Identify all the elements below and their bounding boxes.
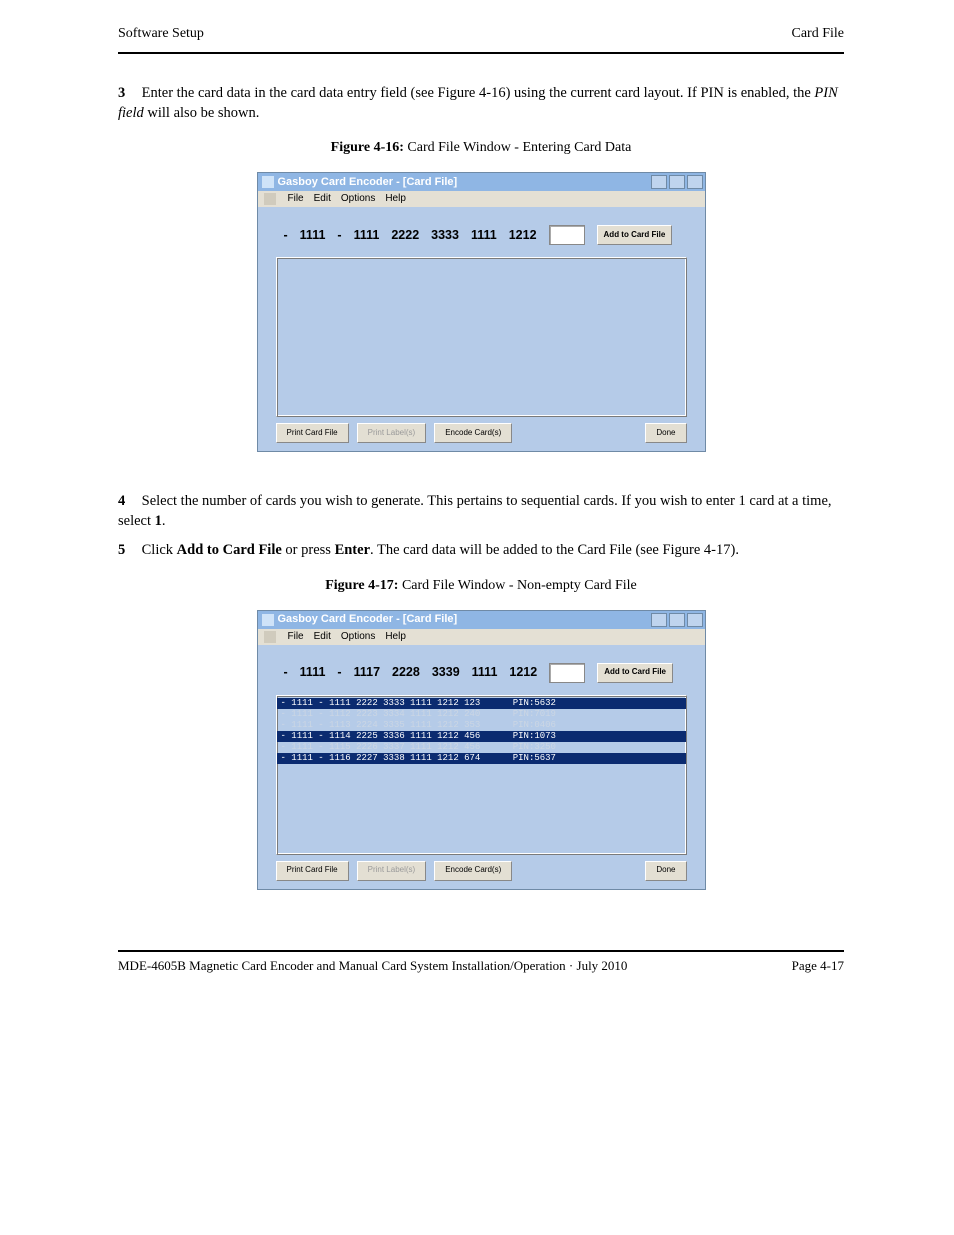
window-title: Gasboy Card Encoder - [Card File] <box>278 175 458 190</box>
list-item[interactable]: - 1111 - 1115 2226 3337 1111 1212 456 PI… <box>277 742 686 753</box>
step-text: Select the number of cards you wish to g… <box>118 493 832 529</box>
card-seg: 1111 <box>300 664 326 681</box>
window-title: Gasboy Card Encoder - [Card File] <box>278 612 458 627</box>
maximize-icon[interactable] <box>669 613 685 627</box>
page-footer: MDE-4605B Magnetic Card Encoder and Manu… <box>0 952 954 1004</box>
quantity-input[interactable] <box>549 663 585 683</box>
add-to-card-file-button[interactable]: Add to Card File <box>597 663 673 683</box>
header-left: Software Setup <box>118 26 204 42</box>
menu-edit[interactable]: Edit <box>314 192 331 206</box>
step-text: Enter the card data in the card data ent… <box>118 85 838 121</box>
minimize-icon[interactable] <box>651 613 667 627</box>
page-header: Software Setup Card File <box>0 0 954 42</box>
print-card-file-button[interactable]: Print Card File <box>276 861 349 881</box>
header-right: Card File <box>792 26 845 42</box>
card-seg: 3333 <box>431 227 459 244</box>
header-rule <box>118 52 844 54</box>
step-number: 4 <box>118 492 138 512</box>
mdi-child-icon <box>264 193 276 205</box>
print-labels-button[interactable]: Print Label(s) <box>357 861 427 881</box>
card-seg: - <box>337 664 341 681</box>
app-icon <box>262 176 274 188</box>
app-window-1: Gasboy Card Encoder - [Card File] File E… <box>257 172 706 452</box>
step-4: 4 Select the number of cards you wish to… <box>118 492 844 531</box>
minimize-icon[interactable] <box>651 175 667 189</box>
card-seg: 1111 <box>300 227 326 244</box>
step-5: 5 Click Add to Card File or press Enter.… <box>118 541 844 561</box>
menu-help[interactable]: Help <box>385 192 406 206</box>
card-seg: 1111 <box>354 227 380 244</box>
step-3: 3 Enter the card data in the card data e… <box>118 84 844 123</box>
card-data-entry: - 1111 - 1111 2222 3333 1111 1212 Add to… <box>266 225 697 257</box>
menu-options[interactable]: Options <box>341 630 375 644</box>
step-text: Click Add to Card File or press Enter. T… <box>142 542 739 558</box>
step-number: 3 <box>118 84 138 104</box>
app-icon <box>262 614 274 626</box>
list-item[interactable]: - 1111 - 1111 2222 3333 1111 1212 123 PI… <box>277 698 686 709</box>
figure-4-16-label: Figure 4-16: Card File Window - Entering… <box>118 139 844 158</box>
menubar: File Edit Options Help <box>258 191 705 207</box>
menu-edit[interactable]: Edit <box>314 630 331 644</box>
menu-file[interactable]: File <box>288 192 304 206</box>
card-seg: - <box>284 227 288 244</box>
menu-help[interactable]: Help <box>385 630 406 644</box>
card-seg: 3339 <box>432 664 460 681</box>
print-labels-button[interactable]: Print Label(s) <box>357 423 427 443</box>
footer-right: Page 4-17 <box>792 958 844 974</box>
card-data-entry: - 1111 - 1117 2228 3339 1111 1212 Add to… <box>266 663 697 695</box>
card-seg: - <box>284 664 288 681</box>
list-item[interactable]: - 1111 - 1114 2225 3336 1111 1212 456 PI… <box>277 731 686 742</box>
add-to-card-file-button[interactable]: Add to Card File <box>597 225 673 245</box>
card-seg: 1111 <box>472 664 498 681</box>
card-seg: 1117 <box>354 664 380 681</box>
done-button[interactable]: Done <box>645 423 686 443</box>
card-seg: 2228 <box>392 664 420 681</box>
content-pane: - 1111 - 1117 2228 3339 1111 1212 Add to… <box>258 645 705 889</box>
titlebar: Gasboy Card Encoder - [Card File] <box>258 173 705 191</box>
menu-file[interactable]: File <box>288 630 304 644</box>
button-row: Print Card File Print Label(s) Encode Ca… <box>266 417 697 443</box>
card-seg: 2222 <box>391 227 419 244</box>
maximize-icon[interactable] <box>669 175 685 189</box>
titlebar: Gasboy Card Encoder - [Card File] <box>258 611 705 629</box>
close-icon[interactable] <box>687 175 703 189</box>
quantity-input[interactable] <box>549 225 585 245</box>
card-seg: - <box>337 227 341 244</box>
content-pane: - 1111 - 1111 2222 3333 1111 1212 Add to… <box>258 207 705 451</box>
list-item[interactable]: - 1111 - 1116 2227 3338 1111 1212 674 PI… <box>277 753 686 764</box>
list-item[interactable]: - 1111 - 1113 2224 3335 1111 1212 353 PI… <box>277 720 686 731</box>
mdi-child-icon <box>264 631 276 643</box>
card-seg: 1212 <box>509 227 537 244</box>
card-seg: 1111 <box>471 227 497 244</box>
card-file-list[interactable]: - 1111 - 1111 2222 3333 1111 1212 123 PI… <box>276 695 687 855</box>
menu-options[interactable]: Options <box>341 192 375 206</box>
done-button[interactable]: Done <box>645 861 686 881</box>
figure-4-17-label: Figure 4-17: Card File Window - Non-empt… <box>118 577 844 596</box>
encode-cards-button[interactable]: Encode Card(s) <box>434 423 512 443</box>
print-card-file-button[interactable]: Print Card File <box>276 423 349 443</box>
menubar: File Edit Options Help <box>258 629 705 645</box>
button-row: Print Card File Print Label(s) Encode Ca… <box>266 855 697 881</box>
card-file-list[interactable] <box>276 257 687 417</box>
list-item[interactable]: - 1111 - 1112 2223 3334 1111 1212 240 PI… <box>277 709 686 720</box>
step-number: 5 <box>118 541 138 561</box>
encode-cards-button[interactable]: Encode Card(s) <box>434 861 512 881</box>
app-window-2: Gasboy Card Encoder - [Card File] File E… <box>257 610 706 890</box>
close-icon[interactable] <box>687 613 703 627</box>
card-seg: 1212 <box>509 664 537 681</box>
footer-left: MDE-4605B Magnetic Card Encoder and Manu… <box>118 958 627 974</box>
